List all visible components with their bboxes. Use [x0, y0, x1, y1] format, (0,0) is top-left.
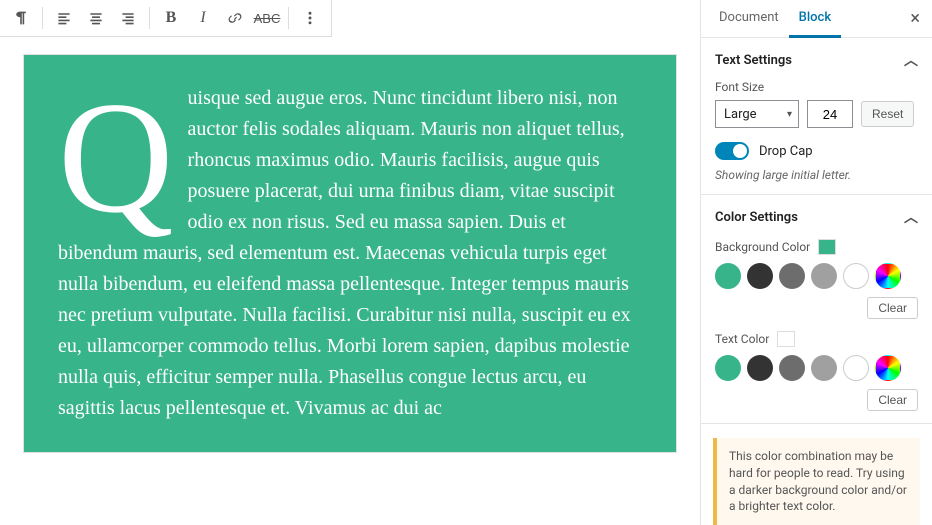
tab-block[interactable]: Block [789, 0, 841, 38]
bg-color-label: Background Color [715, 240, 810, 254]
panel-color-settings-header[interactable]: Color Settings ︿ [715, 207, 918, 227]
sidebar: Document Block × Text Settings ︿ Font Si… [700, 0, 932, 525]
align-left-button[interactable] [49, 4, 79, 32]
swatch-green[interactable] [715, 355, 741, 381]
block-type-button[interactable] [6, 4, 36, 32]
chevron-up-icon: ︿ [904, 50, 918, 70]
swatch-lightgray[interactable] [811, 263, 837, 289]
font-size-select[interactable]: Large [715, 100, 799, 128]
align-right-button[interactable] [113, 4, 143, 32]
align-left-icon [56, 10, 72, 26]
bg-color-label-row: Background Color [715, 239, 918, 255]
paragraph-block[interactable]: Q uisque sed augue eros. Nunc tincidunt … [24, 55, 676, 452]
font-size-row: Large Reset [715, 100, 918, 128]
align-center-button[interactable] [81, 4, 111, 32]
close-sidebar-button[interactable]: × [906, 4, 924, 33]
paragraph-icon [13, 10, 29, 26]
chevron-up-icon: ︿ [904, 207, 918, 227]
swatch-dark[interactable] [747, 355, 773, 381]
content-area: Q uisque sed augue eros. Nunc tincidunt … [0, 37, 700, 525]
italic-button[interactable]: I [188, 4, 218, 32]
editor-canvas: B I ABC Q uisque sed augue eros. Nunc ti… [0, 0, 700, 525]
strikethrough-button[interactable]: ABC [252, 4, 282, 32]
link-button[interactable] [220, 4, 250, 32]
swatch-custom[interactable] [875, 263, 901, 289]
swatch-white[interactable] [843, 263, 869, 289]
font-size-label: Font Size [715, 80, 918, 94]
swatch-green[interactable] [715, 263, 741, 289]
dropcap-label: Drop Cap [759, 144, 813, 159]
bold-button[interactable]: B [156, 4, 186, 32]
swatch-lightgray[interactable] [811, 355, 837, 381]
bg-color-swatches [715, 263, 918, 289]
panel-text-settings: Text Settings ︿ Font Size Large Reset Dr… [701, 38, 932, 195]
bg-color-clear-button[interactable]: Clear [867, 297, 918, 319]
dropcap-row: Drop Cap [715, 142, 918, 160]
panel-color-settings: Color Settings ︿ Background Color Clear … [701, 195, 932, 424]
contrast-warning-notice: This color combination may be hard for p… [713, 438, 920, 525]
more-options-button[interactable] [295, 4, 325, 32]
swatch-gray[interactable] [779, 355, 805, 381]
text-color-label-row: Text Color [715, 331, 918, 347]
toolbar-separator [42, 7, 43, 29]
swatch-gray[interactable] [779, 263, 805, 289]
text-color-label: Text Color [715, 332, 769, 346]
align-right-icon [120, 10, 136, 26]
close-icon: × [910, 8, 920, 29]
dropcap-letter: Q [58, 89, 174, 225]
more-icon [302, 10, 318, 26]
link-icon [227, 10, 243, 26]
swatch-white[interactable] [843, 355, 869, 381]
swatch-custom[interactable] [875, 355, 901, 381]
sidebar-tabs: Document Block × [701, 0, 932, 38]
bg-color-indicator [818, 239, 836, 255]
align-center-icon [88, 10, 104, 26]
toolbar-separator [288, 7, 289, 29]
panel-title: Text Settings [715, 53, 792, 68]
dropcap-hint: Showing large initial letter. [715, 168, 918, 182]
dropcap-toggle[interactable] [715, 142, 749, 160]
text-color-clear-button[interactable]: Clear [867, 389, 918, 411]
toolbar-separator [149, 7, 150, 29]
panel-title: Color Settings [715, 210, 798, 225]
font-size-reset-button[interactable]: Reset [861, 101, 914, 127]
tab-document[interactable]: Document [709, 0, 789, 38]
swatch-dark[interactable] [747, 263, 773, 289]
text-color-indicator [777, 331, 795, 347]
font-size-input[interactable] [807, 100, 853, 128]
text-color-swatches [715, 355, 918, 381]
block-toolbar: B I ABC [0, 0, 332, 37]
panel-text-settings-header[interactable]: Text Settings ︿ [715, 50, 918, 70]
